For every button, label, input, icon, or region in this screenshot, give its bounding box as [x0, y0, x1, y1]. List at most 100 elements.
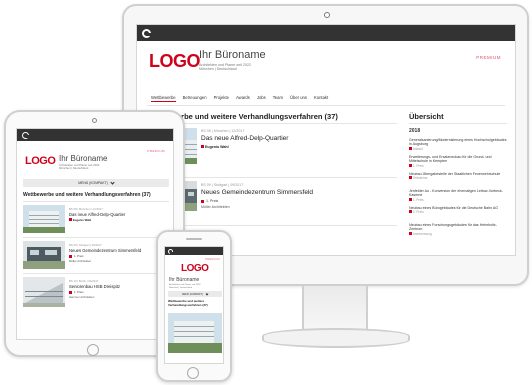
- overview-item-note: Anerkennung: [412, 231, 432, 236]
- overview-item-text: Generalsanierung/Modernisierung eines Ho…: [409, 138, 507, 147]
- premium-badge: PREMIUM: [476, 55, 501, 60]
- brand-logo[interactable]: LOGO: [25, 155, 56, 167]
- overview-item-text: Erweiterungs- und Ersatzneubau für die G…: [409, 155, 492, 164]
- overview-item-text: Jenfelder Au - Konversion der ehemaligen…: [409, 189, 503, 198]
- entry-title[interactable]: Das neue Alfred-Delp-Quartier: [201, 135, 288, 142]
- entry-prize-note: Müller Architekten: [201, 205, 230, 209]
- overview-item-note: Ankauf: [412, 146, 423, 151]
- entry-meta: BS 08 | München | 12/2017: [69, 207, 103, 211]
- entry-meta: BS 08 | München | 12/2017: [201, 129, 245, 133]
- brand-subtitle-line2: München | Deutschland: [169, 286, 192, 289]
- brand-name: Ihr Büroname: [59, 154, 108, 163]
- desktop-screen: LOGO Ihr Büroname Architekten und Planer…: [136, 24, 516, 256]
- main-nav: Wettbewerbe Betreuungen Projekte Awards …: [151, 95, 328, 102]
- prize-marker-icon: [69, 290, 72, 294]
- entry-thumbnail[interactable]: [23, 241, 65, 269]
- menu-toggle-button[interactable]: MENÜ (KOMPAKT): [168, 291, 222, 297]
- camera-icon: [324, 12, 330, 18]
- overview-item-text: Neubau Übergabestelle der Staatlichen Fe…: [409, 172, 501, 176]
- brand-subtitle-line2: München | Deutschland: [59, 166, 89, 171]
- overview-item[interactable]: Jenfelder Au - Konversion der ehemaligen…: [409, 189, 509, 202]
- entry-meta: BS 09 | Stuttgart | 09/2017: [69, 243, 102, 247]
- menu-toggle-label: MENÜ (KOMPAKT): [78, 181, 108, 185]
- section-divider: [177, 123, 397, 124]
- chevron-down-icon: [205, 292, 209, 295]
- entry-thumbnail[interactable]: [23, 205, 65, 233]
- site-logo-icon[interactable]: [22, 131, 30, 139]
- overview-item-note: 1. Preis: [412, 163, 424, 168]
- overview-item[interactable]: Neubau eines Forschungsgebäudes für das …: [409, 223, 509, 236]
- nav-item-team[interactable]: Team: [273, 95, 283, 102]
- nav-divider: [147, 105, 505, 106]
- phone-device: PREMIUM LOGO Ihr Büroname Architekten un…: [156, 230, 232, 382]
- prize-marker-icon: [201, 199, 204, 203]
- brand-subtitle: Architekten und Planer seit 2022 München…: [169, 284, 201, 290]
- entry-divider: [177, 177, 397, 178]
- entry-title[interactable]: Seniorenbau HSB Dreispitz: [69, 284, 120, 289]
- overview-item-text: Neubau eines Bürogebäudes für die Deutsc…: [409, 206, 499, 210]
- premium-badge: PREMIUM: [205, 258, 220, 261]
- entry-divider: [23, 273, 169, 274]
- premium-badge: PREMIUM: [147, 149, 165, 153]
- entry-author-name: Eugenio Wahl: [72, 218, 92, 222]
- home-button[interactable]: [187, 367, 199, 379]
- overview-divider: [409, 123, 507, 124]
- overview-item-note: 1. Preis: [412, 197, 424, 202]
- brand-name: Ihr Büroname: [169, 277, 200, 283]
- nav-item-kontakt[interactable]: Kontakt: [314, 95, 328, 102]
- entry-prize-label: 1. Preis: [74, 290, 84, 294]
- tablet-screen: LOGO Ihr Büroname Architekten und Planer…: [16, 128, 174, 340]
- top-bar: [17, 129, 173, 141]
- entry-title[interactable]: Das neue Alfred-Delp-Quartier: [69, 212, 125, 217]
- entry-author: Eugenio Wahl: [201, 145, 229, 149]
- entry-divider: [23, 237, 169, 238]
- menu-toggle-button[interactable]: MENÜ (KOMPAKT): [23, 179, 169, 187]
- entry-prize-note: Müller Architekten: [69, 259, 92, 263]
- nav-item-awards[interactable]: Awards: [236, 95, 250, 102]
- site-header: LOGO Ihr Büroname Architekten und Planer…: [137, 41, 515, 91]
- brand-subtitle-line2: München | Deutschland: [199, 67, 237, 72]
- phone-screen: PREMIUM LOGO Ihr Büroname Architekten un…: [164, 246, 224, 364]
- prize-marker-icon: [69, 254, 72, 258]
- nav-item-betreuungen[interactable]: Betreuungen: [183, 95, 207, 102]
- entry-thumbnail[interactable]: [168, 313, 222, 353]
- entry-author-name: Eugenio Wahl: [205, 145, 229, 149]
- overview-year: 2018: [409, 128, 421, 134]
- prize-marker-icon: [201, 145, 204, 148]
- overview-item-note: 2. Preis: [412, 210, 424, 215]
- top-bar: [137, 25, 515, 41]
- overview-item[interactable]: Neubau Übergabestelle der Staatlichen Fe…: [409, 172, 509, 180]
- entry-prize-label: 1. Preis: [74, 254, 84, 258]
- nav-item-wettbewerbe[interactable]: Wettbewerbe: [151, 95, 176, 102]
- overview-item-text: Neubau eines Forschungsgebäudes für das …: [409, 223, 497, 232]
- home-button[interactable]: [87, 344, 99, 356]
- brand-name: Ihr Büroname: [199, 49, 266, 61]
- overview-item[interactable]: Generalsanierung/Modernisierung eines Ho…: [409, 138, 509, 151]
- nav-item-ueber-uns[interactable]: Über uns: [290, 95, 307, 102]
- entry-title[interactable]: Neues Gemeindezentrum Simmersfeld: [69, 248, 141, 253]
- brand-subtitle: Architekten und Planer seit 2022 München…: [199, 63, 251, 72]
- brand-logo[interactable]: LOGO: [149, 51, 201, 72]
- section-divider: [23, 201, 169, 202]
- top-bar: [165, 247, 223, 255]
- overview-item[interactable]: Neubau eines Bürogebäudes für die Deutsc…: [409, 206, 509, 214]
- overview-item[interactable]: Erweiterungs- und Ersatzneubau für die G…: [409, 155, 509, 168]
- entry-divider: [177, 225, 397, 226]
- section-title: erbe und weitere Verhandlungsverfahren (…: [177, 112, 338, 121]
- camera-icon: [92, 118, 97, 123]
- monitor-stand-neck: [302, 286, 368, 332]
- entry-prize: 1. Preis: [69, 290, 83, 294]
- site-logo-icon[interactable]: [142, 28, 151, 38]
- nav-item-jobs[interactable]: Jobs: [257, 95, 266, 102]
- nav-item-projekte[interactable]: Projekte: [214, 95, 229, 102]
- entry-author: Eugenio Wahl: [69, 218, 91, 222]
- entry-prize: 1. Preis: [201, 199, 218, 203]
- prize-marker-icon: [69, 218, 72, 221]
- brand-logo[interactable]: LOGO: [181, 263, 209, 274]
- entry-thumbnail[interactable]: [23, 277, 65, 307]
- overview-item-note: Teilnahme: [412, 176, 428, 181]
- entry-title[interactable]: Neues Gemeindezentrum Simmersfeld: [201, 189, 313, 196]
- section-title: Wettbewerbe und weitere Verhandlungsverf…: [23, 192, 151, 198]
- entry-prize-label: 1. Preis: [206, 199, 219, 203]
- site-logo-icon[interactable]: [168, 248, 174, 255]
